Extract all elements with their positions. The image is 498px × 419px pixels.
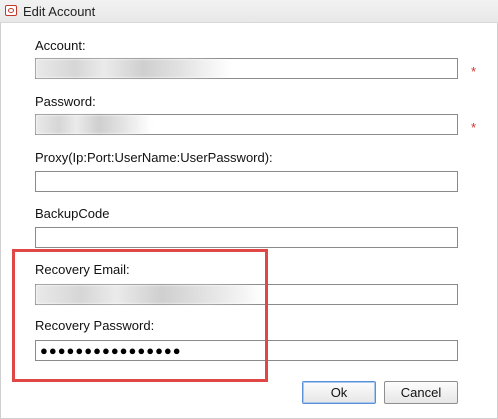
account-required-mark: * bbox=[471, 64, 477, 79]
cancel-button[interactable]: Cancel bbox=[384, 381, 458, 404]
recovery-email-input[interactable] bbox=[35, 284, 458, 305]
backup-code-label: BackupCode bbox=[35, 206, 110, 221]
edit-account-dialog: Edit Account Account: * Password: * Prox… bbox=[0, 0, 498, 419]
window-title: Edit Account bbox=[23, 4, 96, 19]
password-input[interactable] bbox=[35, 114, 458, 135]
backup-code-input[interactable] bbox=[35, 227, 458, 248]
app-icon bbox=[5, 5, 17, 16]
password-required-mark: * bbox=[471, 120, 477, 135]
ok-button[interactable]: Ok bbox=[302, 381, 376, 404]
account-label: Account: bbox=[35, 38, 86, 53]
title-bar: Edit Account bbox=[0, 0, 498, 23]
recovery-password-label: Recovery Password: bbox=[35, 318, 155, 333]
password-label: Password: bbox=[35, 94, 96, 109]
proxy-input[interactable] bbox=[35, 171, 458, 192]
recovery-email-label: Recovery Email: bbox=[35, 262, 130, 277]
proxy-label: Proxy(Ip:Port:UserName:UserPassword): bbox=[35, 150, 273, 165]
recovery-password-input[interactable] bbox=[35, 340, 458, 361]
account-input[interactable] bbox=[35, 58, 458, 79]
